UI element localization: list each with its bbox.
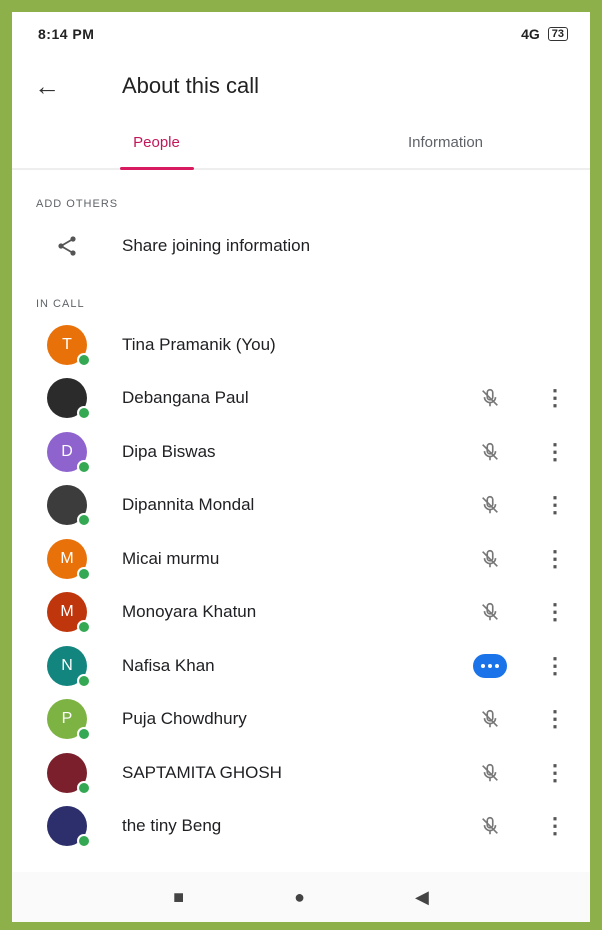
participant-row[interactable]: N Nafisa Khan ⋮: [12, 639, 590, 693]
presence-dot: [77, 834, 91, 849]
more-options-icon[interactable]: ⋮: [520, 599, 590, 625]
presence-dot: [77, 459, 91, 474]
participant-name: Puja Chowdhury: [122, 709, 247, 729]
participant-row[interactable]: Dipannita Mondal ⋮: [12, 479, 590, 533]
more-options-icon[interactable]: ⋮: [520, 439, 590, 465]
presence-dot: [77, 513, 91, 528]
avatar: [47, 485, 91, 528]
phone-screen: 8:14 PM 4G 73 ← About this call People I…: [12, 12, 590, 922]
participant-row[interactable]: T Tina Pramanik (You): [12, 318, 590, 372]
participant-row[interactable]: SAPTAMITA GHOSH ⋮: [12, 746, 590, 800]
presence-dot: [77, 566, 91, 581]
avatar-initial: M: [60, 603, 74, 621]
avatar-initial: P: [61, 710, 73, 728]
participant-name: the tiny Beng: [122, 816, 222, 836]
avatar: N: [47, 645, 91, 688]
share-icon: [12, 234, 122, 258]
recents-icon[interactable]: ■: [173, 887, 184, 908]
signal-indicator: 4G: [521, 26, 540, 42]
in-call-label: IN CALL: [36, 298, 85, 310]
more-options-icon[interactable]: ⋮: [520, 813, 590, 839]
presence-dot: [77, 727, 91, 742]
tab-bar: People Information: [12, 116, 590, 170]
participant-row[interactable]: the tiny Beng ⋮: [12, 800, 590, 854]
tab-people[interactable]: People: [12, 116, 301, 168]
mic-muted-icon: [460, 494, 520, 516]
share-joining-info-button[interactable]: Share joining information: [12, 218, 590, 274]
avatar: [47, 378, 91, 421]
avatar-initial: T: [62, 335, 72, 353]
more-options-icon[interactable]: ⋮: [520, 546, 590, 572]
mic-muted-icon: [460, 815, 520, 837]
presence-dot: [77, 406, 91, 421]
participant-row[interactable]: D Dipa Biswas ⋮: [12, 425, 590, 479]
more-options-icon[interactable]: ⋮: [520, 706, 590, 732]
avatar: P: [47, 699, 91, 742]
mic-muted-icon: [460, 762, 520, 784]
avatar: M: [47, 592, 91, 635]
participant-name: SAPTAMITA GHOSH: [122, 762, 282, 782]
more-options-icon[interactable]: ⋮: [520, 492, 590, 518]
participant-row[interactable]: Debangana Paul ⋮: [12, 372, 590, 426]
tab-information[interactable]: Information: [301, 116, 590, 168]
mic-muted-icon: [460, 601, 520, 623]
back-arrow-icon[interactable]: ←: [12, 71, 82, 102]
participant-name: Debangana Paul: [122, 388, 249, 408]
avatar: [47, 752, 91, 795]
share-label: Share joining information: [122, 236, 311, 255]
speaking-indicator-icon: [460, 653, 520, 678]
mic-muted-icon: [460, 387, 520, 409]
mic-muted-icon: [460, 441, 520, 463]
avatar-initial: N: [61, 656, 73, 674]
add-others-label: ADD OTHERS: [36, 198, 119, 210]
participant-row[interactable]: M Monoyara Khatun ⋮: [12, 586, 590, 640]
status-bar: 8:14 PM 4G 73: [12, 12, 590, 56]
participant-list: T Tina Pramanik (You) Debangana Paul ⋮ D Dipa…: [12, 318, 590, 853]
presence-dot: [77, 673, 91, 688]
avatar: D: [47, 431, 91, 474]
participant-name: Monoyara Khatun: [122, 602, 257, 622]
mic-muted-icon: [460, 708, 520, 730]
more-options-icon[interactable]: ⋮: [520, 653, 590, 679]
participant-name: Dipannita Mondal: [122, 495, 255, 515]
avatar: T: [47, 324, 91, 367]
avatar: [47, 806, 91, 849]
battery-indicator: 73: [547, 27, 568, 41]
home-icon[interactable]: ●: [294, 887, 305, 908]
more-options-icon[interactable]: ⋮: [520, 385, 590, 411]
participant-name: Nafisa Khan: [122, 655, 215, 675]
system-nav-bar: ■ ● ◀: [12, 872, 590, 922]
participant-row[interactable]: M Micai murmu ⋮: [12, 532, 590, 586]
participant-name: Micai murmu: [122, 548, 220, 568]
app-bar: ← About this call: [12, 56, 590, 116]
more-options-icon[interactable]: ⋮: [520, 760, 590, 786]
presence-dot: [77, 780, 91, 795]
participant-name: Tina Pramanik (You): [122, 334, 276, 354]
page-title: About this call: [122, 73, 259, 98]
avatar-initial: D: [61, 442, 73, 460]
mic-muted-icon: [460, 548, 520, 570]
status-time: 8:14 PM: [38, 26, 95, 42]
avatar-initial: M: [60, 549, 74, 567]
presence-dot: [77, 620, 91, 635]
avatar: M: [47, 538, 91, 581]
participant-name: Dipa Biswas: [122, 441, 216, 461]
back-icon[interactable]: ◀: [415, 887, 429, 908]
participant-row[interactable]: P Puja Chowdhury ⋮: [12, 693, 590, 747]
presence-dot: [77, 352, 91, 367]
